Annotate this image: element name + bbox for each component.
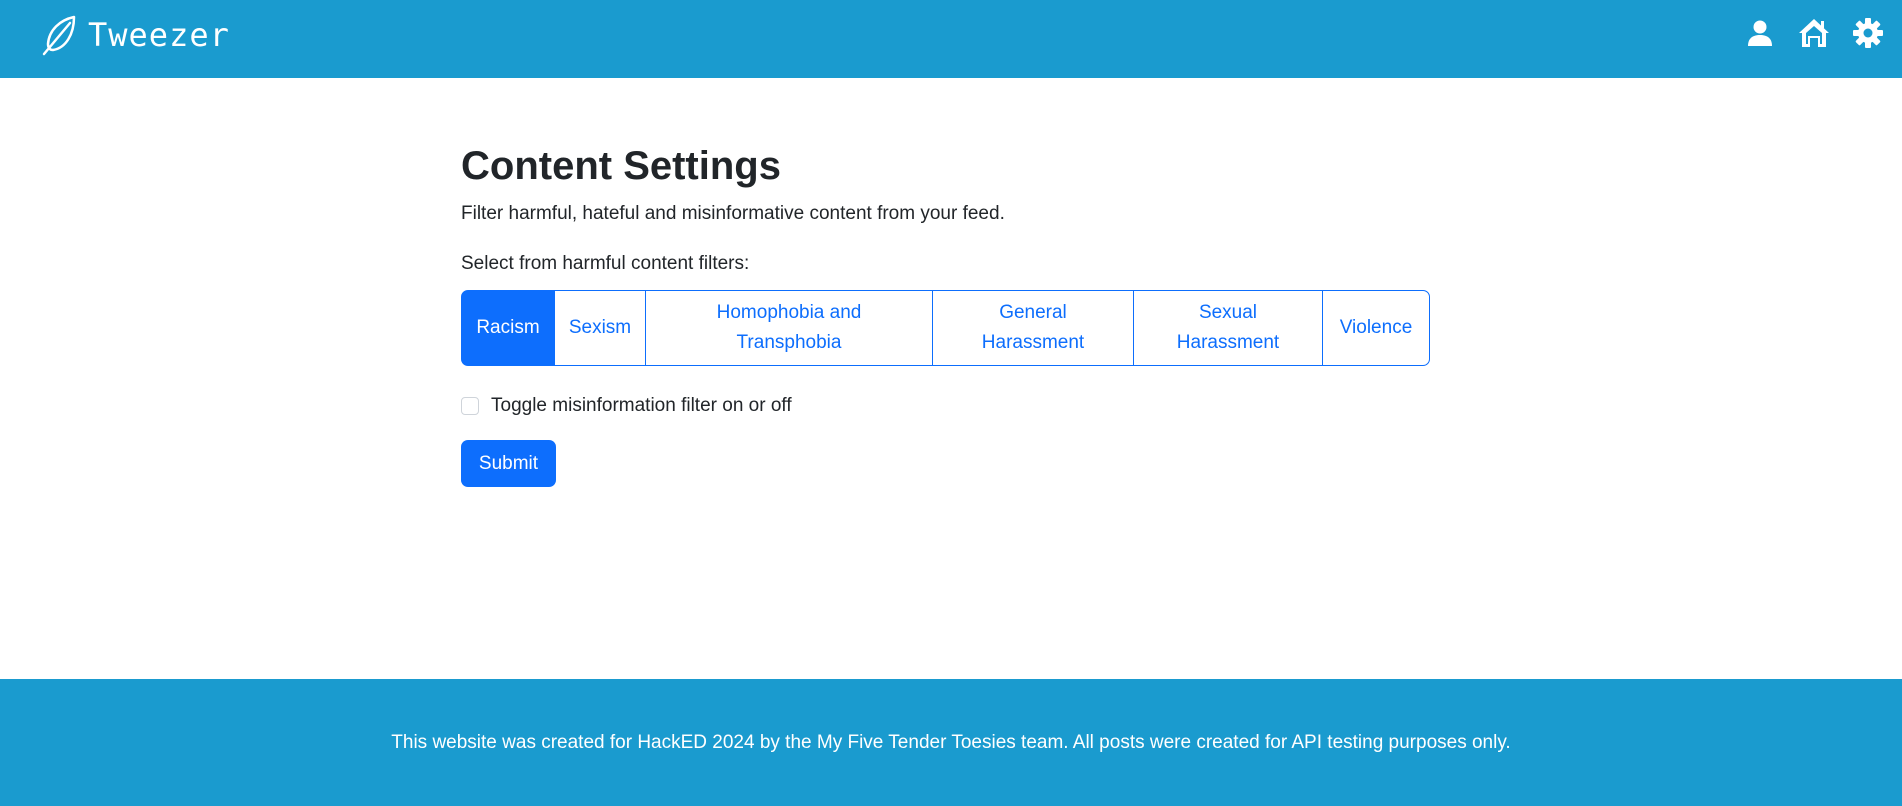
footer: This website was created for HackED 2024… (0, 679, 1902, 806)
filter-general-harassment-button[interactable]: General Harassment (932, 290, 1134, 366)
home-icon[interactable] (1798, 17, 1830, 49)
content-settings-panel: Content Settings Filter harmful, hateful… (461, 78, 1431, 487)
page-subtitle: Filter harmful, hateful and misinformati… (461, 203, 1005, 224)
filter-sexual-harassment-button[interactable]: Sexual Harassment (1133, 290, 1323, 366)
filters-label: Select from harmful content filters: (461, 253, 750, 274)
filter-button-group: Racism Sexism Homophobia and Transphobia… (461, 290, 1431, 366)
user-icon[interactable] (1744, 17, 1776, 49)
nav-icons (1722, 17, 1884, 49)
feather-icon (42, 15, 76, 56)
gear-icon[interactable] (1852, 17, 1884, 49)
filter-racism-button[interactable]: Racism (461, 290, 555, 366)
misinformation-toggle-row: Toggle misinformation filter on or off (461, 392, 1431, 420)
top-navbar: Tweezer (0, 0, 1902, 78)
filter-sexual-harassment-label: Sexual Harassment (1176, 302, 1280, 353)
misinformation-toggle-label[interactable]: Toggle misinformation filter on or off (491, 392, 792, 420)
filter-homophobia-transphobia-label: Homophobia and Transphobia (716, 302, 862, 353)
filter-sexism-button[interactable]: Sexism (554, 290, 646, 366)
filter-homophobia-transphobia-button[interactable]: Homophobia and Transphobia (645, 290, 933, 366)
page-title: Content Settings (461, 144, 781, 188)
footer-text: This website was created for HackED 2024… (391, 731, 1511, 753)
brand-link[interactable]: Tweezer (40, 14, 230, 56)
misinformation-checkbox[interactable] (461, 397, 479, 415)
submit-button[interactable]: Submit (461, 440, 556, 487)
brand-name: Tweezer (88, 16, 230, 54)
filter-violence-button[interactable]: Violence (1322, 290, 1430, 366)
filter-general-harassment-label: General Harassment (981, 302, 1085, 353)
